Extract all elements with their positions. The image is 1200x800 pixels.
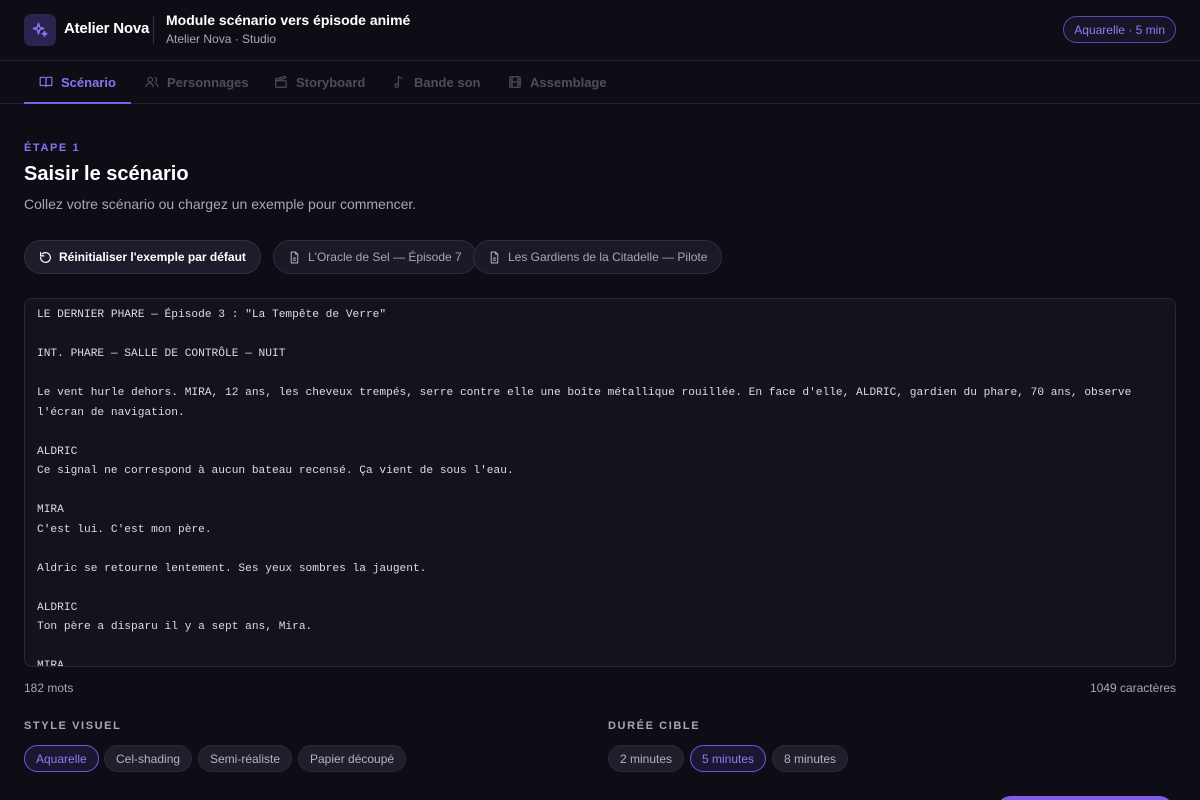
- example-gardiens-button[interactable]: Les Gardiens de la Citadelle — Pilote: [473, 240, 723, 274]
- tab-scenario[interactable]: Scénario: [24, 61, 131, 104]
- visual-style-label: STYLE VISUEL: [24, 720, 122, 732]
- example-label: Les Gardiens de la Citadelle — Pilote: [508, 250, 708, 264]
- char-count: 1049 caractères: [1089, 681, 1176, 695]
- tab-label: Bande son: [414, 74, 481, 90]
- book-icon: [39, 76, 53, 88]
- top-bar: Atelier Nova Module scénario vers épisod…: [0, 0, 1200, 61]
- step-title: Saisir le scénario: [24, 163, 189, 185]
- tab-assemblage[interactable]: Assemblage: [493, 61, 622, 103]
- app-name: Atelier Nova: [64, 20, 150, 37]
- tab-storyboard[interactable]: Storyboard: [259, 61, 380, 103]
- style-option-aquarelle[interactable]: Aquarelle: [24, 745, 99, 772]
- document-icon: [290, 251, 299, 263]
- duration-option-2min[interactable]: 2 minutes: [608, 745, 685, 772]
- script-editor[interactable]: LE DERNIER PHARE — Épisode 3 : "La Tempê…: [24, 298, 1176, 667]
- page-subtitle: Atelier Nova · Studio: [166, 32, 277, 46]
- continue-button[interactable]: [996, 796, 1174, 800]
- tab-label: Scénario: [61, 74, 116, 90]
- sparkle-logo-icon: [24, 14, 56, 46]
- page-title: Module scénario vers épisode animé: [166, 12, 411, 28]
- style-option-papier-decoupe[interactable]: Papier découpé: [298, 745, 407, 772]
- example-oracle-button[interactable]: L'Oracle de Sel — Épisode 7: [273, 240, 477, 274]
- style-option-semi-realiste[interactable]: Semi-réaliste: [198, 745, 293, 772]
- tab-personnages[interactable]: Personnages: [130, 61, 264, 103]
- script-text[interactable]: LE DERNIER PHARE — Épisode 3 : "La Tempê…: [25, 299, 1175, 666]
- settings-summary-badge[interactable]: Aquarelle · 5 min: [1063, 16, 1176, 43]
- reset-example-button[interactable]: Réinitialiser l'exemple par défaut: [24, 240, 261, 274]
- reset-icon: [40, 251, 51, 263]
- header-divider: [153, 16, 154, 44]
- word-count: 182 mots: [24, 681, 74, 695]
- users-icon: [145, 76, 159, 88]
- duration-option-5min[interactable]: 5 minutes: [690, 745, 767, 772]
- reset-example-label: Réinitialiser l'exemple par défaut: [59, 250, 246, 264]
- music-note-icon: [394, 75, 403, 88]
- tab-bande-son[interactable]: Bande son: [377, 61, 495, 103]
- tab-bar: Scénario Personnages Storyboard Bande so…: [0, 61, 1200, 104]
- step-label: ÉTAPE 1: [24, 142, 81, 154]
- film-icon: [509, 76, 521, 88]
- duration-option-8min[interactable]: 8 minutes: [772, 745, 849, 772]
- duration-label: DURÉE CIBLE: [608, 720, 701, 732]
- document-icon: [490, 251, 499, 263]
- style-option-cel-shading[interactable]: Cel-shading: [104, 745, 193, 772]
- tab-label: Personnages: [167, 74, 249, 90]
- example-label: L'Oracle de Sel — Épisode 7: [308, 250, 462, 264]
- clapper-icon: [275, 75, 287, 88]
- tab-label: Assemblage: [530, 74, 607, 90]
- step-description: Collez votre scénario ou chargez un exem…: [24, 196, 417, 212]
- tab-label: Storyboard: [296, 74, 366, 90]
